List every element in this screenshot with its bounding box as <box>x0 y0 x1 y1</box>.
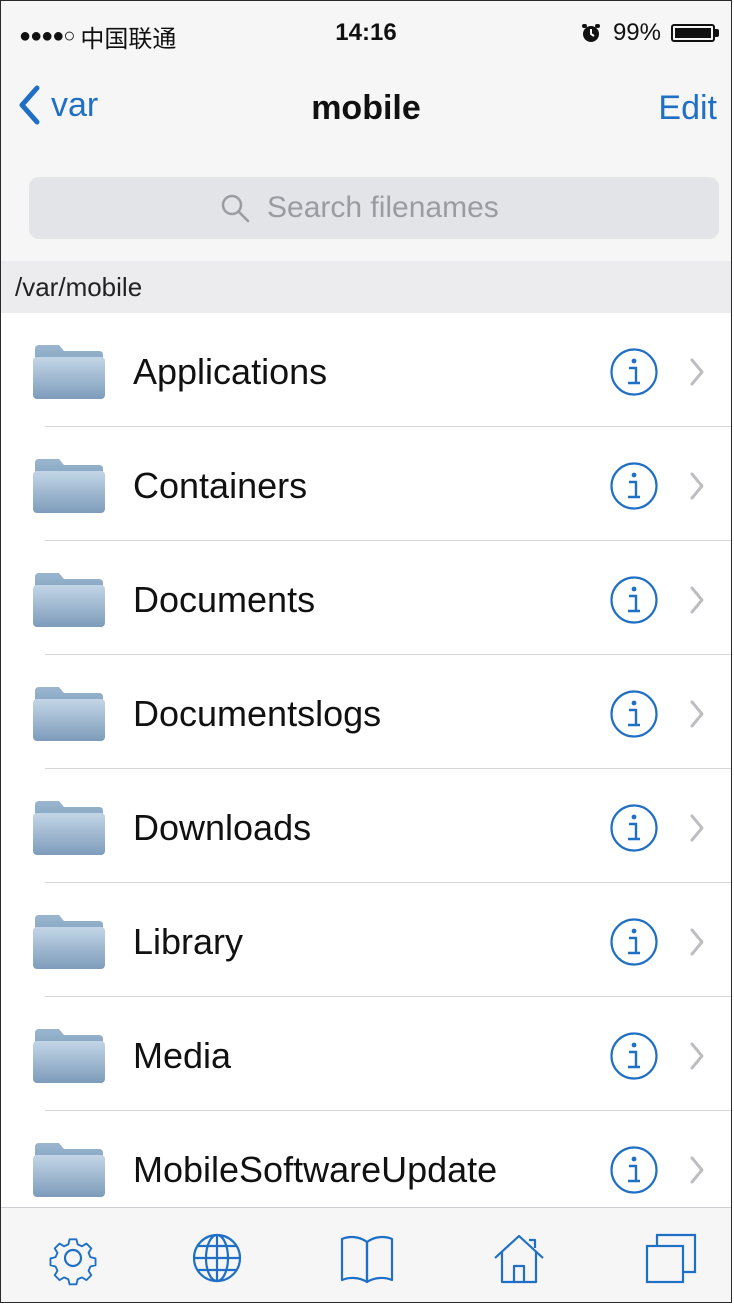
info-icon[interactable] <box>609 689 659 739</box>
info-icon[interactable] <box>609 803 659 853</box>
list-item[interactable]: Library <box>1 883 731 997</box>
folder-icon <box>33 1143 105 1197</box>
tab-bookmarks[interactable] <box>339 1230 395 1286</box>
folder-name: Documents <box>133 579 316 620</box>
folder-icon <box>33 345 105 399</box>
chevron-right-icon <box>690 358 704 386</box>
chevron-right-icon <box>690 814 704 842</box>
chevron-right-icon <box>690 586 704 614</box>
info-icon[interactable] <box>609 917 659 967</box>
status-bar: ●●●●○ 中国联通 14:16 99% <box>1 1 731 61</box>
battery-icon <box>671 24 719 42</box>
list-item[interactable]: Containers <box>1 427 731 541</box>
path-header: /var/mobile <box>1 261 731 313</box>
page-title: mobile <box>311 89 421 127</box>
status-right: 99% <box>581 19 719 47</box>
tab-windows[interactable] <box>643 1230 699 1286</box>
info-icon[interactable] <box>609 1031 659 1081</box>
list-item[interactable]: Documents <box>1 541 731 655</box>
chevron-right-icon <box>690 700 704 728</box>
phone-screen: ●●●●○ 中国联通 14:16 99% var mobile Edit Sea… <box>0 0 732 1303</box>
folder-name: Applications <box>133 351 328 392</box>
folder-icon <box>33 459 105 513</box>
info-icon[interactable] <box>609 347 659 397</box>
folder-name: Downloads <box>133 807 312 848</box>
battery-fill <box>675 28 711 38</box>
gear-icon <box>49 1238 97 1286</box>
info-icon[interactable] <box>609 1145 659 1195</box>
tab-bar <box>1 1207 731 1302</box>
folder-name: Library <box>133 921 244 962</box>
list-item[interactable]: Media <box>1 997 731 1111</box>
home-icon <box>494 1234 544 1284</box>
list-item[interactable]: Documentslogs <box>1 655 731 769</box>
navigation-bar: var mobile Edit <box>1 61 731 160</box>
edit-button[interactable]: Edit <box>658 89 717 128</box>
list-item[interactable]: Applications <box>1 313 731 427</box>
book-icon <box>340 1235 394 1284</box>
tab-browser[interactable] <box>189 1230 245 1286</box>
alarm-icon <box>581 24 600 42</box>
tab-home[interactable] <box>491 1230 547 1286</box>
folder-name: Documentslogs <box>133 693 382 734</box>
folder-name: MobileSoftwareUpdate <box>133 1149 498 1190</box>
battery-percentage: 99% <box>612 19 661 46</box>
info-icon[interactable] <box>609 575 659 625</box>
search-area <box>1 159 731 261</box>
search-box[interactable] <box>29 177 719 239</box>
search-icon <box>221 194 250 223</box>
chevron-right-icon <box>690 472 704 500</box>
search-input[interactable] <box>265 190 529 226</box>
folder-icon <box>33 687 105 741</box>
globe-icon <box>192 1233 242 1283</box>
copy-icon <box>645 1233 697 1284</box>
list-item[interactable]: Downloads <box>1 769 731 883</box>
folder-icon <box>33 573 105 627</box>
info-icon[interactable] <box>609 461 659 511</box>
folder-name: Containers <box>133 465 308 506</box>
file-list: Applications Containers Documents Docume… <box>1 313 731 1225</box>
chevron-right-icon <box>690 1156 704 1184</box>
folder-icon <box>33 801 105 855</box>
folder-name: Media <box>133 1035 232 1076</box>
chevron-right-icon <box>690 1042 704 1070</box>
chevron-right-icon <box>690 928 704 956</box>
folder-icon <box>33 915 105 969</box>
folder-icon <box>33 1029 105 1083</box>
tab-settings[interactable] <box>45 1230 101 1286</box>
